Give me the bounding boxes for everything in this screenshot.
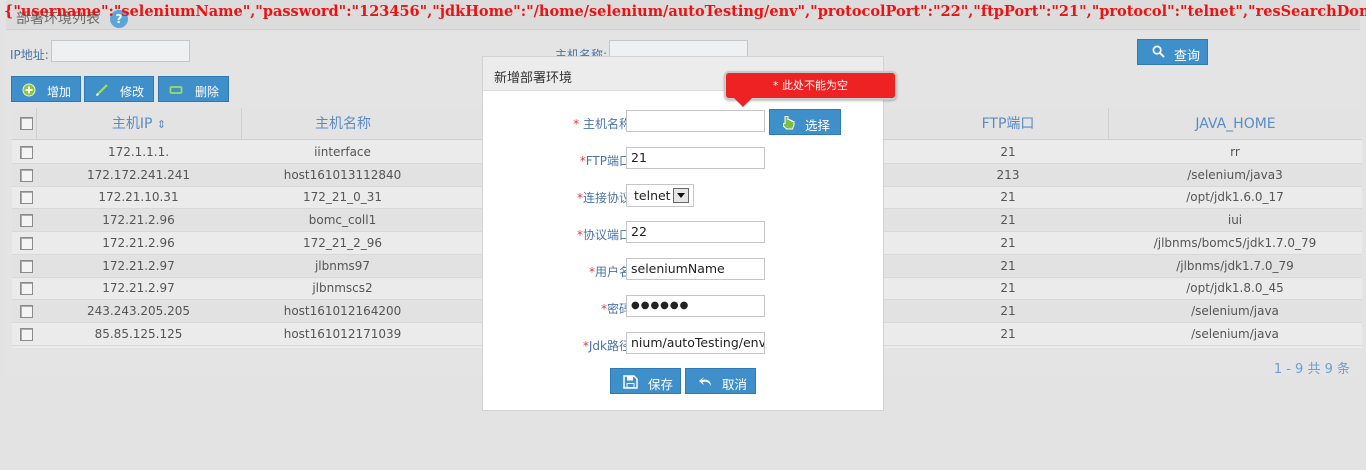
col-header-java-home[interactable]: JAVA_HOME	[1108, 108, 1362, 140]
edit-button-label: 修改	[120, 85, 145, 99]
select-host-button-label: 选择	[805, 118, 831, 133]
col-header-ftp[interactable]: FTP端口	[908, 108, 1108, 140]
col-header-ip[interactable]: 主机IP ⇕	[36, 108, 241, 140]
sort-icon: ⇕	[156, 118, 167, 131]
cell-ftp: 21	[1000, 235, 1016, 250]
add-deploy-env-dialog: 新增部署环境 * 主机名称： 选择 *FTP端口： 21 *连接协议： teln…	[482, 56, 884, 411]
cell-ip: 172.21.2.96	[102, 213, 175, 228]
save-icon	[623, 375, 638, 389]
cell-ip: 172.21.2.96	[102, 235, 175, 250]
delete-button[interactable]: 删除	[158, 76, 229, 102]
cell-ip: 172.21.10.31	[98, 190, 179, 205]
cell-host: jlbnmscs2	[312, 281, 373, 296]
row-checkbox[interactable]	[20, 236, 33, 250]
username-input[interactable]: seleniumName	[626, 258, 765, 280]
undo-icon	[699, 377, 711, 386]
cell-ftp: 21	[1000, 145, 1016, 159]
hostname-input[interactable]	[626, 110, 765, 132]
cell-ftp: 21	[1000, 190, 1016, 205]
select-host-button[interactable]: 选择	[769, 109, 841, 135]
save-button-label: 保存	[648, 377, 674, 392]
cell-ftp: 213	[996, 167, 1020, 182]
dialog-title: 新增部署环境	[494, 71, 573, 86]
save-button[interactable]: 保存	[610, 368, 681, 394]
pencil-icon	[96, 84, 108, 96]
cell-host: bomc_coll1	[308, 213, 377, 228]
cell-ip: 172.21.2.97	[102, 258, 175, 273]
query-button-label: 查询	[1174, 49, 1201, 64]
row-checkbox[interactable]	[20, 191, 33, 205]
cell-ftp: 21	[1000, 213, 1016, 228]
cell-ip: 243.243.205.205	[86, 303, 191, 318]
cell-host: 172_21_0_31	[302, 190, 383, 205]
debug-json-text: {"username":"seleniumName","password":"1…	[4, 3, 1366, 20]
cell-ip: 172.172.241.241	[86, 167, 191, 182]
row-checkbox[interactable]	[20, 304, 33, 318]
row-checkbox[interactable]	[20, 259, 33, 273]
row-checkbox[interactable]	[20, 214, 33, 228]
search-icon	[1152, 45, 1165, 58]
row-checkbox[interactable]	[20, 282, 33, 296]
cell-host: jlbnms97	[314, 258, 371, 273]
cell-java: iui	[1227, 213, 1243, 228]
minus-icon	[169, 86, 183, 94]
cell-host: host161012171039	[283, 326, 402, 341]
cell-host: host161013112840	[283, 167, 402, 182]
cell-java: /jlbnms/bomc5/jdk1.7.0_79	[1153, 235, 1317, 250]
plus-circle-icon	[22, 83, 36, 97]
row-checkbox[interactable]	[20, 168, 33, 182]
cell-ftp: 21	[1000, 303, 1016, 318]
cell-java: /selenium/java3	[1187, 167, 1283, 182]
ftp-port-input[interactable]: 21	[626, 147, 765, 169]
cell-host: iinterface	[314, 145, 371, 159]
query-button[interactable]: 查询	[1137, 39, 1208, 65]
col-header-hostname[interactable]: 主机名称	[241, 108, 444, 140]
validation-tooltip-tail	[734, 98, 752, 107]
pager-info: 1 - 9 共 9 条	[1273, 362, 1350, 377]
ip-label: IP地址:	[10, 48, 49, 62]
hand-pointer-icon	[783, 116, 795, 130]
dropdown-arrow-icon[interactable]	[673, 188, 689, 203]
select-all-checkbox[interactable]	[20, 117, 33, 130]
cell-java: /opt/jdk1.8.0_45	[1186, 281, 1284, 296]
edit-button[interactable]: 修改	[84, 76, 154, 102]
add-button[interactable]: 增加	[11, 76, 81, 102]
cell-java: /opt/jdk1.6.0_17	[1186, 190, 1284, 205]
ip-input[interactable]	[51, 40, 190, 62]
delete-button-label: 删除	[195, 85, 220, 99]
cell-ip: 172.21.2.97	[102, 281, 175, 296]
cell-java: /jlbnms/jdk1.7.0_79	[1176, 258, 1294, 273]
row-checkbox[interactable]	[20, 327, 33, 341]
cell-host: 172_21_2_96	[302, 235, 383, 250]
password-input[interactable]: ●●●●●●	[626, 295, 765, 317]
cell-ftp: 21	[1000, 326, 1016, 341]
cell-java: rr	[1230, 145, 1240, 159]
cancel-button[interactable]: 取消	[685, 368, 756, 394]
protocol-port-input[interactable]: 22	[626, 221, 765, 243]
cell-ip: 172.1.1.1.	[107, 145, 170, 159]
cell-ftp: 21	[1000, 258, 1016, 273]
cell-java: /selenium/java	[1191, 303, 1279, 318]
row-checkbox[interactable]	[20, 146, 33, 159]
add-button-label: 增加	[47, 85, 72, 99]
cell-ip: 85.85.125.125	[94, 326, 183, 341]
cell-java: /selenium/java	[1191, 326, 1279, 341]
col-header-ip-label: 主机IP	[111, 116, 153, 132]
jdk-path-input[interactable]: nium/autoTesting/env	[626, 332, 765, 354]
cell-host: host161012164200	[283, 303, 402, 318]
protocol-select[interactable]: telnet	[626, 184, 694, 207]
cell-ftp: 21	[1000, 281, 1016, 296]
cancel-button-label: 取消	[722, 377, 748, 392]
protocol-select-value: telnet	[634, 188, 671, 203]
validation-tooltip: * 此处不能为空	[724, 71, 897, 100]
